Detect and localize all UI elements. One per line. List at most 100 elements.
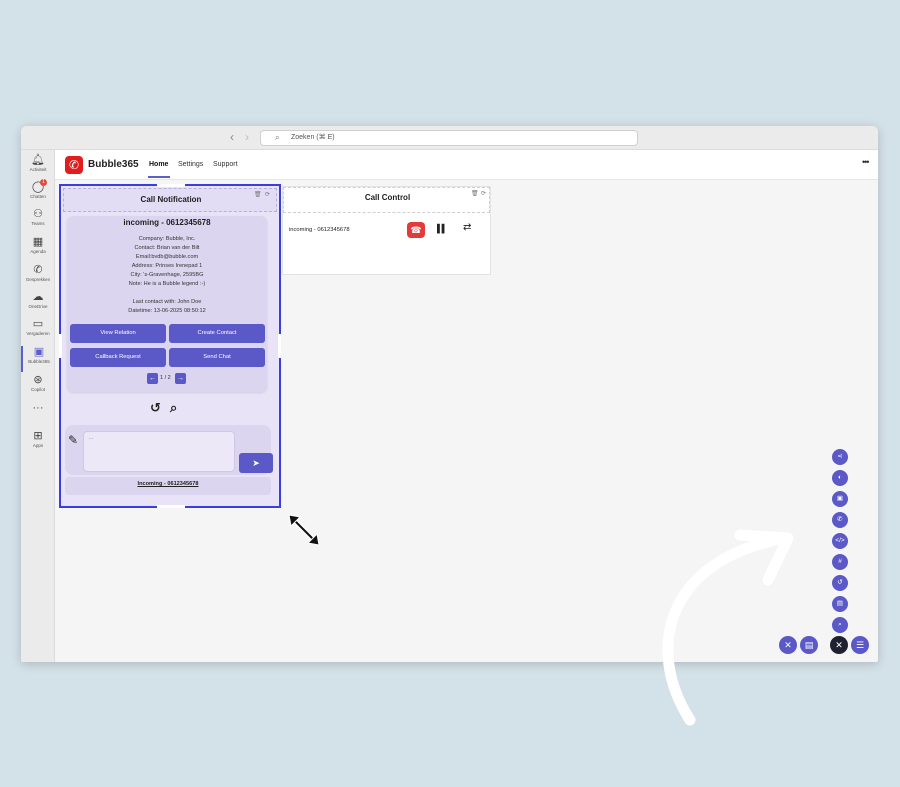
caller-email: Email:bvdb@bubble.com: [135, 254, 199, 260]
resize-arrow-icon: [288, 514, 320, 546]
copilot-icon: ⊛: [33, 374, 43, 386]
app-brand: Bubble365: [88, 159, 139, 170]
resize-handle-left[interactable]: [59, 334, 62, 358]
caller-note: Note: He is a Bubble legend :-): [128, 281, 206, 287]
control-header: Call Control 🗑︎ ⟳: [283, 187, 490, 213]
notification-header: Call Notification 🗑︎ ⟳: [63, 188, 277, 212]
refresh-icon[interactable]: ⟳: [265, 191, 270, 198]
contact-card-icon[interactable]: ▤: [832, 596, 848, 612]
resize-handle-right[interactable]: [278, 334, 281, 358]
call-control-panel: Call Control 🗑︎ ⟳ incoming - 0612345678 …: [282, 186, 491, 275]
search-icon[interactable]: ⌕: [170, 400, 177, 416]
rail-label: Teams: [31, 221, 45, 226]
forward-arrow-icon[interactable]: ›: [245, 130, 249, 144]
caller-title: incoming - 0612345678: [123, 218, 211, 227]
chat-composer: ✎ ➤: [65, 425, 273, 475]
pause-button[interactable]: ▌▌: [437, 224, 447, 233]
resize-handle-bottom[interactable]: [157, 505, 185, 508]
curved-arrow-icon: [662, 529, 794, 726]
share-icon[interactable]: ⋖: [832, 449, 848, 465]
search-icon[interactable]: ⌕: [832, 617, 848, 633]
app-header: ✆ Bubble365 Home Settings Support •••: [55, 150, 878, 180]
rail-label: OneDrive: [28, 304, 48, 309]
rail-item-more[interactable]: ···: [21, 402, 55, 428]
rail-item-agenda[interactable]: ▦ Agenda: [21, 236, 55, 262]
resize-handle-top[interactable]: [157, 184, 185, 187]
caller-company: Company: Bubble, Inc.: [138, 236, 196, 242]
last-contact: Last contact with: John Doe: [132, 299, 202, 305]
code-icon[interactable]: </>: [832, 533, 848, 549]
history-icon[interactable]: ↺: [832, 575, 848, 591]
send-chat-button[interactable]: Send Chat: [169, 348, 265, 367]
rail-label: Activiteit: [29, 167, 47, 172]
next-page-button[interactable]: →: [175, 373, 186, 384]
bubble365-icon: ▣: [33, 346, 45, 358]
video-icon: ▭: [32, 318, 44, 330]
rail-label: Bubble365: [28, 359, 50, 364]
call-notification-panel[interactable]: Call Notification 🗑︎ ⟳ incoming - 061234…: [59, 184, 281, 508]
rail-label: Agenda: [30, 249, 46, 254]
back-arrow-icon[interactable]: ‹: [230, 130, 234, 144]
unread-badge: 1: [40, 179, 47, 186]
rail-label: Apps: [32, 443, 44, 448]
title-bar: ‹ › ⌕ Zoeken (⌘ E): [21, 126, 878, 150]
history-icon[interactable]: ↺: [150, 400, 161, 416]
active-tab-indicator: [148, 176, 170, 178]
search-icon: ⌕: [275, 133, 280, 142]
rail-item-bubble365[interactable]: ▣ Bubble365: [21, 346, 55, 372]
search-placeholder: Zoeken (⌘ E): [291, 134, 335, 141]
document-icon[interactable]: ▣: [832, 491, 848, 507]
control-title: Call Control: [364, 193, 411, 202]
chat-message-input[interactable]: [83, 431, 235, 472]
trash-icon[interactable]: 🗑︎: [471, 190, 479, 197]
toggle-icon[interactable]: ◐: [832, 470, 848, 486]
teams-icon: ⚇: [33, 208, 43, 220]
rail-item-gesprekken[interactable]: ✆ Gesprekken: [21, 264, 55, 290]
page-indicator: 1 / 2: [160, 375, 171, 381]
tab-support[interactable]: Support: [213, 161, 238, 168]
rail-item-chatten[interactable]: ◯ 1 Chatten: [21, 179, 55, 207]
trash-icon[interactable]: 🗑︎: [254, 191, 262, 198]
bubble365-logo-icon: ✆: [65, 156, 83, 174]
incoming-call-link[interactable]: Incoming - 0612345678: [65, 481, 271, 487]
rail-item-teams[interactable]: ⚇ Teams: [21, 208, 55, 234]
rail-item-apps[interactable]: ⊞ Apps: [21, 430, 55, 456]
more-options-icon[interactable]: •••: [862, 157, 870, 167]
edit-icon[interactable]: ✎: [68, 433, 78, 447]
notification-title: Call Notification: [140, 195, 202, 204]
rail-label: Copilot: [30, 387, 45, 392]
hamburger-menu-icon[interactable]: ☰: [851, 636, 869, 654]
callback-request-button[interactable]: Callback Request: [70, 348, 166, 367]
hang-up-button[interactable]: ☎: [407, 222, 425, 238]
refresh-icon[interactable]: ⟳: [481, 190, 486, 197]
call-label: incoming - 0612345678: [289, 227, 350, 233]
app-rail: 🔔︎ Activiteit ◯ 1 Chatten ⚇ Teams ▦ Agen…: [21, 150, 55, 662]
chat-icon: ◯: [31, 181, 45, 193]
rail-item-activiteit[interactable]: 🔔︎ Activiteit: [21, 154, 55, 180]
caller-city: City: 's-Gravenhage, 2595BG: [130, 272, 204, 278]
previous-page-button[interactable]: ←: [147, 373, 158, 384]
calendar-icon: ▦: [32, 236, 44, 248]
view-relation-button[interactable]: View Relation: [70, 324, 166, 343]
transfer-button[interactable]: ⇄: [463, 222, 471, 233]
create-contact-button[interactable]: Create Contact: [169, 324, 265, 343]
phone-icon: ✆: [33, 264, 43, 276]
rail-item-onedrive[interactable]: ☁︎ OneDrive: [21, 291, 55, 317]
rail-label: Chatten: [30, 194, 46, 199]
rail-item-copilot[interactable]: ⊛ Copilot: [21, 374, 55, 400]
send-message-button[interactable]: ➤: [239, 453, 273, 473]
close-menu-button[interactable]: ✕: [830, 636, 848, 654]
hash-icon[interactable]: #: [832, 554, 848, 570]
apps-icon: ⊞: [33, 430, 43, 442]
tab-home[interactable]: Home: [149, 161, 168, 168]
caller-card: incoming - 0612345678 Company: Bubble, I…: [67, 216, 267, 392]
more-icon: ···: [32, 402, 44, 414]
last-contact-datetime: Datetime: 13-06-2025 08:50:12: [128, 308, 206, 314]
phone-icon[interactable]: ✆: [832, 512, 848, 528]
cloud-icon: ☁︎: [32, 291, 44, 303]
search-input[interactable]: ⌕ Zoeken (⌘ E): [260, 130, 638, 146]
rail-label: Vergaderen: [26, 331, 50, 336]
tab-settings[interactable]: Settings: [178, 161, 203, 168]
call-footer: Incoming - 0612345678: [65, 477, 271, 495]
rail-item-vergaderen[interactable]: ▭ Vergaderen: [21, 318, 55, 344]
